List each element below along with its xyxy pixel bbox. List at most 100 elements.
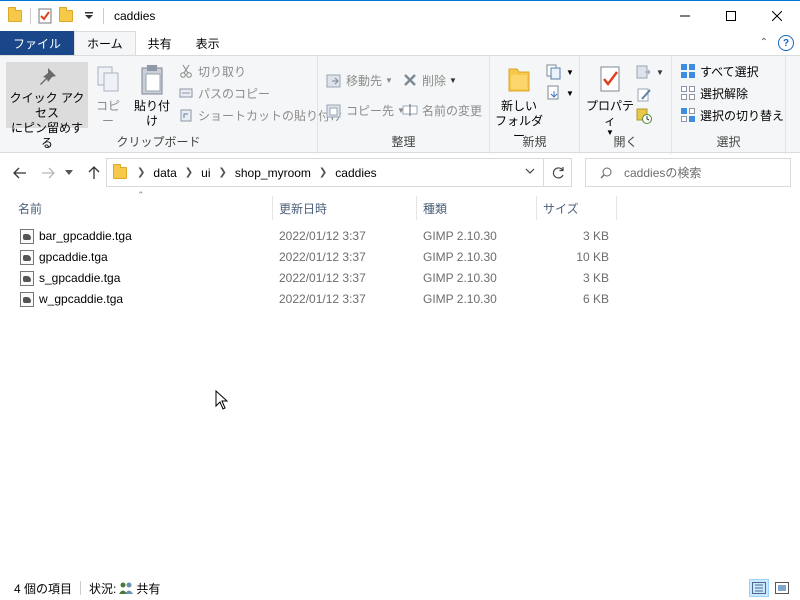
select-all-icon: [680, 63, 696, 79]
close-button[interactable]: [754, 1, 800, 31]
history-icon: [636, 108, 652, 124]
paste-shortcut-icon: [178, 107, 194, 123]
delete-button[interactable]: 削除 ▼: [402, 70, 457, 90]
copy-path-button[interactable]: パスのコピー: [178, 83, 270, 103]
new-item-button[interactable]: ▼: [546, 62, 574, 82]
new-folder-big-icon: [503, 64, 535, 96]
rename-icon: [402, 102, 418, 118]
paste-label: 貼り付け: [133, 99, 170, 128]
file-date: 2022/01/12 3:37: [279, 250, 366, 264]
column-headers: ⌃ 名前 更新日時 種類 サイズ: [0, 190, 800, 220]
open-icon: [636, 64, 652, 80]
move-to-label: 移動先: [346, 73, 383, 88]
column-header-size[interactable]: サイズ: [537, 196, 617, 220]
folder-icon: [8, 7, 24, 24]
column-header-type[interactable]: 種類: [417, 196, 537, 220]
file-date: 2022/01/12 3:37: [279, 292, 366, 306]
search-icon: [600, 167, 612, 179]
open-button[interactable]: ▼: [636, 62, 664, 82]
select-all-button[interactable]: すべて選択: [680, 61, 759, 81]
qa-separator-2: [103, 8, 104, 24]
breadcrumb-item[interactable]: data: [153, 166, 176, 180]
file-row[interactable]: bar_gpcaddie.tga 2022/01/12 3:37 GIMP 2.…: [0, 226, 800, 247]
file-size: 3 KB: [582, 271, 609, 285]
chevron-right-icon[interactable]: ❯: [185, 167, 193, 178]
new-item-icon: [546, 64, 562, 80]
rename-button[interactable]: 名前の変更: [402, 100, 482, 120]
easy-access-button[interactable]: ▼: [546, 83, 574, 103]
gimp-file-icon: [20, 229, 34, 244]
address-dropdown-icon[interactable]: [525, 166, 535, 177]
search-input[interactable]: caddiesの検索: [624, 164, 701, 181]
copy-path-label: パスのコピー: [198, 86, 271, 101]
chevron-right-icon[interactable]: ❯: [218, 167, 226, 178]
select-none-label: 選択解除: [700, 86, 749, 101]
minimize-button[interactable]: [662, 1, 708, 31]
new-group-label: 新規: [522, 135, 547, 149]
file-name: gpcaddie.tga: [39, 250, 108, 264]
invert-selection-button[interactable]: 選択の切り替え: [680, 105, 784, 125]
properties-button[interactable]: プロパティ ▼: [584, 64, 636, 137]
qa-separator: [30, 8, 31, 24]
tab-file[interactable]: ファイル: [0, 31, 75, 55]
file-row[interactable]: s_gpcaddie.tga 2022/01/12 3:37 GIMP 2.10…: [0, 268, 800, 289]
select-group-label: 選択: [716, 135, 741, 149]
cut-button[interactable]: 切り取り: [178, 61, 246, 81]
breadcrumb-item[interactable]: caddies: [335, 166, 376, 180]
breadcrumb-item[interactable]: shop_myroom: [235, 166, 311, 180]
organize-group-label: 整理: [391, 135, 416, 149]
copy-to-button[interactable]: コピー先 ▼: [326, 100, 405, 120]
refresh-button[interactable]: [544, 158, 572, 187]
file-row[interactable]: w_gpcaddie.tga 2022/01/12 3:37 GIMP 2.10…: [0, 289, 800, 310]
copy-icon: [92, 64, 124, 96]
view-switcher: [746, 579, 792, 597]
copy-button[interactable]: コピー: [92, 64, 124, 129]
customize-dropdown-icon[interactable]: [81, 8, 97, 24]
properties-icon: [594, 64, 626, 96]
minimize-ribbon-icon[interactable]: ⌃: [760, 37, 768, 48]
copy-to-icon: [326, 102, 342, 118]
easy-access-icon: [546, 85, 562, 101]
new-folder-icon[interactable]: [59, 7, 75, 24]
paste-button[interactable]: 貼り付け: [130, 64, 174, 129]
file-row[interactable]: gpcaddie.tga 2022/01/12 3:37 GIMP 2.10.3…: [0, 247, 800, 268]
folder-icon: [113, 163, 127, 179]
select-none-button[interactable]: 選択解除: [680, 83, 748, 103]
up-button[interactable]: [84, 163, 104, 183]
tab-home[interactable]: ホーム: [74, 31, 136, 55]
tab-view[interactable]: 表示: [184, 31, 232, 55]
file-type: GIMP 2.10.30: [423, 229, 497, 243]
breadcrumb-item[interactable]: ui: [201, 166, 210, 180]
pin-label-1: クイック アクセス: [9, 91, 85, 120]
move-to-button[interactable]: 移動先 ▼: [326, 70, 393, 90]
chevron-right-icon[interactable]: ❯: [319, 167, 327, 178]
status-divider: [80, 581, 82, 595]
pin-quick-access-button[interactable]: クイック アクセス にピン留めする: [6, 62, 88, 150]
file-name: s_gpcaddie.tga: [39, 271, 121, 285]
status-bar: 4 個の項目 状況: 共有: [0, 576, 800, 600]
maximize-button[interactable]: [708, 1, 754, 31]
large-icons-view-icon[interactable]: [772, 579, 792, 597]
back-button[interactable]: [10, 163, 30, 183]
clipboard-group-label: クリップボード: [116, 135, 201, 149]
edit-button[interactable]: [636, 85, 656, 105]
properties-check-icon[interactable]: [37, 8, 53, 24]
help-icon[interactable]: ?: [778, 35, 794, 51]
cut-label: 切り取り: [198, 64, 247, 79]
tab-share[interactable]: 共有: [136, 31, 184, 55]
details-view-icon[interactable]: [749, 579, 769, 597]
column-header-name[interactable]: 名前: [12, 196, 273, 220]
recent-locations-button[interactable]: [62, 163, 76, 183]
select-all-label: すべて選択: [700, 64, 759, 79]
copy-to-label: コピー先: [346, 103, 395, 118]
column-header-date[interactable]: 更新日時: [273, 196, 417, 220]
address-bar[interactable]: ❯ data ❯ ui ❯ shop_myroom ❯ caddies: [106, 158, 544, 187]
new-folder-button[interactable]: 新しい フォルダー: [494, 64, 544, 144]
search-box[interactable]: caddiesの検索: [585, 158, 791, 187]
breadcrumb: ❯ data ❯ ui ❯ shop_myroom ❯ caddies: [129, 166, 377, 180]
open-group: プロパティ ▼ ▼ 開く: [580, 56, 672, 154]
pin-icon: [31, 66, 63, 88]
history-button[interactable]: [636, 106, 656, 126]
forward-button[interactable]: [38, 163, 58, 183]
file-type: GIMP 2.10.30: [423, 292, 497, 306]
